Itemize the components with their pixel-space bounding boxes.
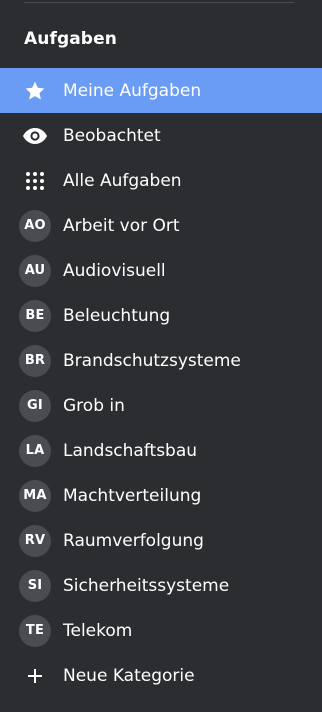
- nav-label: Alle Aufgaben: [63, 170, 182, 191]
- category-badge: AO: [19, 209, 51, 242]
- category-label: Telekom: [63, 620, 133, 641]
- category-label: Raumverfolgung: [63, 530, 204, 551]
- category-badge: GI: [19, 389, 51, 422]
- category-badge: TE: [19, 614, 51, 647]
- add-category-label: Neue Kategorie: [63, 665, 195, 686]
- category-badge-icon: AU: [19, 254, 51, 287]
- category-item-telekom[interactable]: TE Telekom: [0, 608, 322, 653]
- category-label: Machtverteilung: [63, 485, 202, 506]
- category-item-grob-in[interactable]: GI Grob in: [0, 383, 322, 428]
- nav-label: Beobachtet: [63, 125, 161, 146]
- category-badge: SI: [19, 569, 51, 602]
- category-item-sicherheitssysteme[interactable]: SI Sicherheitssysteme: [0, 563, 322, 608]
- category-badge: AU: [19, 254, 51, 287]
- category-item-raumverfolgung[interactable]: RV Raumverfolgung: [0, 518, 322, 563]
- star-icon: [19, 75, 51, 107]
- category-badge: MA: [19, 479, 51, 512]
- category-badge-icon: RV: [19, 524, 51, 557]
- grid-dots-icon: [19, 165, 51, 197]
- category-badge-icon: AO: [19, 209, 51, 242]
- category-label: Beleuchtung: [63, 305, 171, 326]
- category-item-machtverteilung[interactable]: MA Machtverteilung: [0, 473, 322, 518]
- nav-item-alle-aufgaben[interactable]: Alle Aufgaben: [0, 158, 322, 203]
- category-item-brandschutzsysteme[interactable]: BR Brandschutzsysteme: [0, 338, 322, 383]
- section-title: Aufgaben: [24, 29, 117, 49]
- category-badge-icon: TE: [19, 614, 51, 647]
- nav-label: Meine Aufgaben: [63, 80, 202, 101]
- nav-item-beobachtet[interactable]: Beobachtet: [0, 113, 322, 158]
- category-label: Brandschutzsysteme: [63, 350, 241, 371]
- category-badge-icon: SI: [19, 569, 51, 602]
- category-item-beleuchtung[interactable]: BE Beleuchtung: [0, 293, 322, 338]
- category-badge: RV: [19, 524, 51, 557]
- plus-icon: [19, 660, 51, 692]
- category-badge-icon: LA: [19, 434, 51, 467]
- eye-icon: [19, 120, 51, 152]
- category-badge-icon: GI: [19, 389, 51, 422]
- nav-item-meine-aufgaben[interactable]: Meine Aufgaben: [0, 68, 322, 113]
- category-badge-icon: BR: [19, 344, 51, 377]
- category-badge: BR: [19, 344, 51, 377]
- category-item-landschaftsbau[interactable]: LA Landschaftsbau: [0, 428, 322, 473]
- category-badge: LA: [19, 434, 51, 467]
- category-item-arbeit-vor-ort[interactable]: AO Arbeit vor Ort: [0, 203, 322, 248]
- category-badge-icon: BE: [19, 299, 51, 332]
- category-label: Arbeit vor Ort: [63, 215, 180, 236]
- add-category-button[interactable]: Neue Kategorie: [0, 653, 322, 698]
- category-label: Audiovisuell: [63, 260, 166, 281]
- category-badge: BE: [19, 299, 51, 332]
- category-badge-icon: MA: [19, 479, 51, 512]
- task-nav-list: Meine Aufgaben Beobachtet Alle Aufgaben …: [0, 68, 322, 698]
- category-label: Grob in: [63, 395, 125, 416]
- category-label: Landschaftsbau: [63, 440, 198, 461]
- category-label: Sicherheitssysteme: [63, 575, 230, 596]
- top-divider: [24, 2, 294, 3]
- category-item-audiovisuell[interactable]: AU Audiovisuell: [0, 248, 322, 293]
